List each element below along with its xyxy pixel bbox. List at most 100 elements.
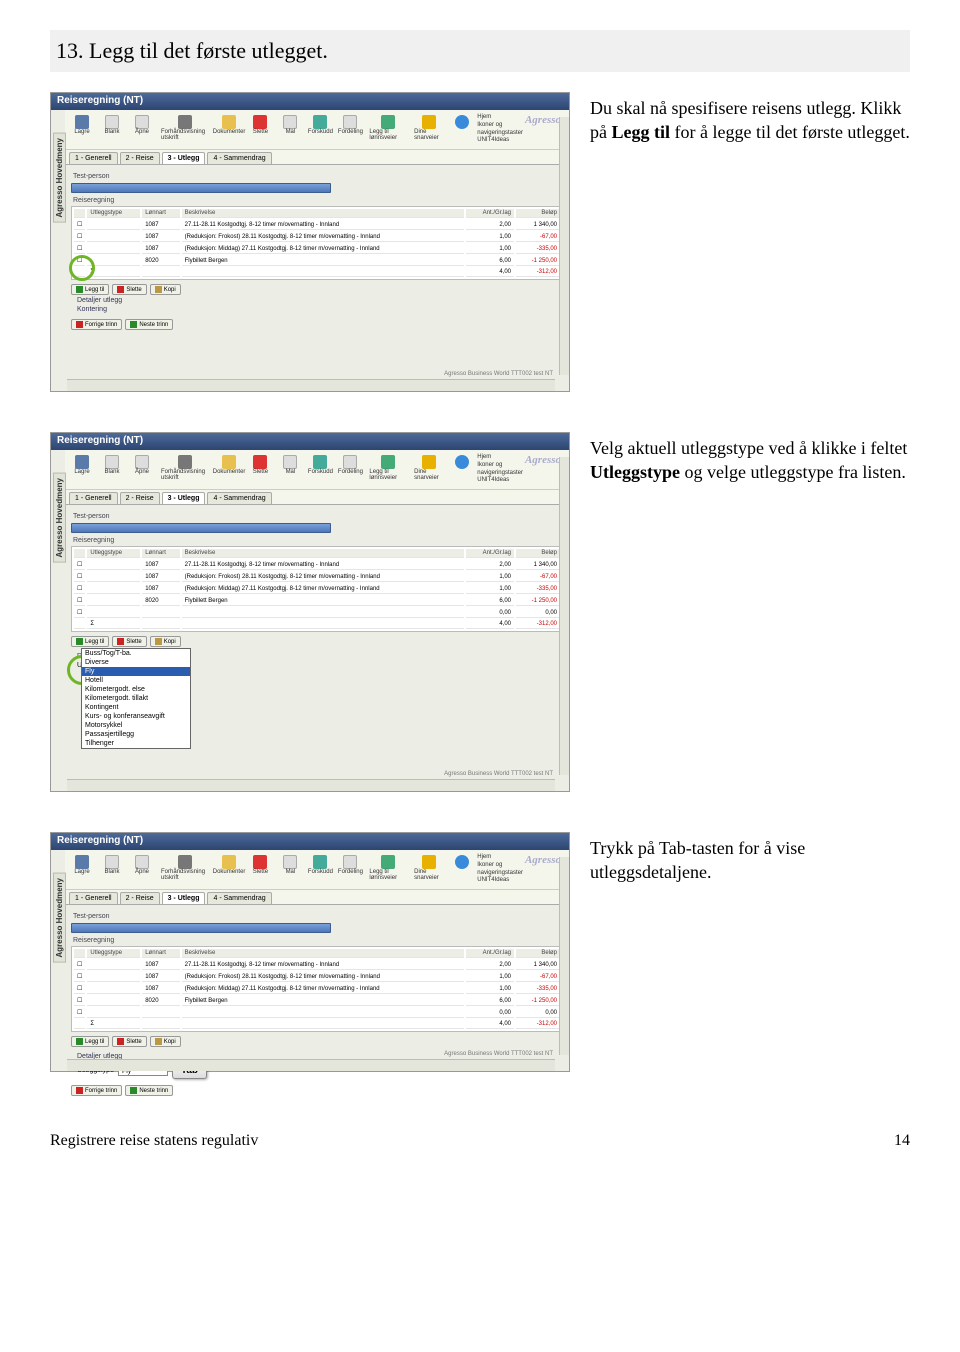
tab-1[interactable]: 1 - Generell [69, 492, 118, 504]
tab-3[interactable]: 3 - Utlegg [162, 152, 206, 164]
collapsed-bar[interactable] [71, 923, 331, 933]
tb-blank[interactable]: Blank [99, 454, 125, 485]
dropdown-item[interactable]: Passasjertillegg [82, 730, 190, 739]
tab-3[interactable]: 3 - Utlegg [162, 892, 206, 904]
tb-star[interactable]: Dine snarveier [412, 114, 445, 145]
tb-lt[interactable]: Legg til lønnsveier [367, 114, 408, 145]
link-kontering[interactable]: Kontering [77, 306, 563, 313]
link-ikoner[interactable]: Ikoner og navigeringstaster [477, 462, 523, 478]
scrollbar-h[interactable] [67, 779, 555, 791]
table-row[interactable]: ☐108727.11-28.11 Kostgodtgj. 8-12 timer … [74, 560, 560, 570]
slette-button[interactable]: Slette [112, 1036, 146, 1047]
tb-mal[interactable]: Mal [277, 114, 303, 145]
tb-docs[interactable]: Dokumenter [215, 114, 244, 145]
tb-forsk[interactable]: Forskudd [307, 854, 333, 885]
tb-open[interactable]: Åpne [129, 454, 155, 485]
dropdown-item[interactable]: Buss/Tog/T-ba. [82, 649, 190, 658]
link-detaljer[interactable]: Detaljer utlegg [77, 297, 563, 304]
table-row[interactable]: ☐0,000,00 [74, 608, 560, 618]
scrollbar-v[interactable] [559, 117, 569, 375]
legg-til-button[interactable]: Legg til [71, 284, 109, 295]
dropdown-item[interactable]: Kilometergodt. else [82, 685, 190, 694]
table-row[interactable]: ☐1087(Reduksjon: Middag) 27.11 Kostgodtg… [74, 584, 560, 594]
kopi-button[interactable]: Kopi [150, 1036, 181, 1047]
tb-forsk[interactable]: Forskudd [307, 114, 333, 145]
link-hjem[interactable]: Hjem [477, 854, 523, 862]
scrollbar-v[interactable] [559, 457, 569, 775]
table-row[interactable]: ☐1087(Reduksjon: Frokost) 28.11 Kostgodt… [74, 572, 560, 582]
utleggstype-dropdown[interactable]: Buss/Tog/T-ba.DiverseFlyHotellKilometerg… [81, 648, 191, 749]
table-row[interactable]: ☐108727.11-28.11 Kostgodtgj. 8-12 timer … [74, 220, 560, 230]
legg-til-button[interactable]: Legg til [71, 636, 109, 647]
tb-open[interactable]: Åpne [129, 854, 155, 885]
table-row[interactable]: ☐8020Flybillett Bergen6,00-1 250,00 [74, 996, 560, 1006]
neste-button[interactable]: Neste trinn [125, 319, 173, 330]
tb-mal[interactable]: Mal [277, 454, 303, 485]
tb-info[interactable] [449, 854, 475, 885]
forrige-button[interactable]: Forrige trinn [71, 1085, 122, 1096]
tb-ford[interactable]: Fordeling [337, 854, 363, 885]
tb-del[interactable]: Slette [247, 114, 273, 145]
tab-1[interactable]: 1 - Generell [69, 892, 118, 904]
forrige-button[interactable]: Forrige trinn [71, 319, 122, 330]
dropdown-item[interactable]: Tilhenger [82, 739, 190, 748]
scrollbar-h[interactable] [67, 1059, 555, 1071]
tb-preview[interactable]: Forhåndsvisning utskrift [159, 854, 211, 885]
dropdown-item[interactable]: Kilometergodt. tillakt [82, 694, 190, 703]
table-row[interactable]: ☐1087(Reduksjon: Middag) 27.11 Kostgodtg… [74, 244, 560, 254]
dropdown-item[interactable]: Kontingent [82, 703, 190, 712]
tb-del[interactable]: Slette [247, 454, 273, 485]
table-row[interactable]: ☐108727.11-28.11 Kostgodtgj. 8-12 timer … [74, 960, 560, 970]
tab-1[interactable]: 1 - Generell [69, 152, 118, 164]
link-unit4[interactable]: UNIT4Ideas [477, 477, 523, 485]
tb-blank[interactable]: Blank [99, 114, 125, 145]
table-row[interactable]: ☐8020Flybillett Bergen6,00-1 250,00 [74, 596, 560, 606]
tb-del[interactable]: Slette [247, 854, 273, 885]
tb-save[interactable]: Lagre [69, 114, 95, 145]
tb-preview[interactable]: Forhåndsvisning utskrift [159, 114, 211, 145]
tb-save[interactable]: Lagre [69, 854, 95, 885]
tab-4[interactable]: 4 - Sammendrag [207, 152, 271, 164]
tb-ford[interactable]: Fordeling [337, 454, 363, 485]
tb-blank[interactable]: Blank [99, 854, 125, 885]
tab-2[interactable]: 2 - Reise [120, 152, 160, 164]
tb-lt[interactable]: Legg til lønnsveier [367, 854, 408, 885]
link-hjem[interactable]: Hjem [477, 114, 523, 122]
tb-star[interactable]: Dine snarveier [412, 854, 445, 885]
dropdown-item[interactable]: Fly [82, 667, 190, 676]
link-unit4[interactable]: UNIT4Ideas [477, 137, 523, 145]
tab-2[interactable]: 2 - Reise [120, 892, 160, 904]
tab-4[interactable]: 4 - Sammendrag [207, 892, 271, 904]
slette-button[interactable]: Slette [112, 636, 146, 647]
tab-3[interactable]: 3 - Utlegg [162, 492, 206, 504]
collapsed-bar[interactable] [71, 523, 331, 533]
table-row[interactable]: ☐8020Flybillett Bergen6,00-1 250,00 [74, 256, 560, 266]
table-row[interactable]: ☐1087(Reduksjon: Frokost) 28.11 Kostgodt… [74, 232, 560, 242]
scrollbar-v[interactable] [559, 857, 569, 1055]
tb-open[interactable]: Åpne [129, 114, 155, 145]
kopi-button[interactable]: Kopi [150, 636, 181, 647]
link-ikoner[interactable]: Ikoner og navigeringstaster [477, 862, 523, 878]
dropdown-item[interactable]: Kurs- og konferanseavgift [82, 712, 190, 721]
table-row[interactable]: ☐1087(Reduksjon: Frokost) 28.11 Kostgodt… [74, 972, 560, 982]
link-hjem[interactable]: Hjem [477, 454, 523, 462]
tab-2[interactable]: 2 - Reise [120, 492, 160, 504]
tb-docs[interactable]: Dokumenter [215, 854, 244, 885]
dropdown-item[interactable]: Diverse [82, 658, 190, 667]
tab-4[interactable]: 4 - Sammendrag [207, 492, 271, 504]
tb-save[interactable]: Lagre [69, 454, 95, 485]
tb-docs[interactable]: Dokumenter [215, 454, 244, 485]
tb-mal[interactable]: Mal [277, 854, 303, 885]
dropdown-item[interactable]: Motorsykkel [82, 721, 190, 730]
tb-info[interactable] [449, 454, 475, 485]
scrollbar-h[interactable] [67, 379, 555, 391]
tb-forsk[interactable]: Forskudd [307, 454, 333, 485]
link-unit4[interactable]: UNIT4Ideas [477, 877, 523, 885]
tb-star[interactable]: Dine snarveier [412, 454, 445, 485]
tb-preview[interactable]: Forhåndsvisning utskrift [159, 454, 211, 485]
tb-ford[interactable]: Fordeling [337, 114, 363, 145]
collapsed-bar[interactable] [71, 183, 331, 193]
tb-lt[interactable]: Legg til lønnsveier [367, 454, 408, 485]
legg-til-button[interactable]: Legg til [71, 1036, 109, 1047]
dropdown-item[interactable]: Hotell [82, 676, 190, 685]
